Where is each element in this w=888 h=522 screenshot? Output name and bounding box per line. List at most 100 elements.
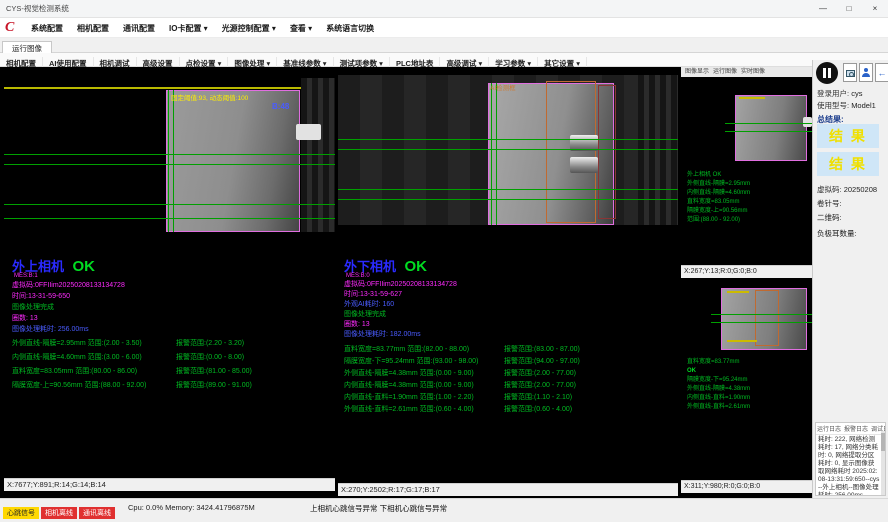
measurement-text: 内侧直线-隔膜=4.38mm 范围:(0.00 - 9.00)	[344, 380, 474, 390]
heartbeat-warning-text: 上相机心跳信号异常 下相机心跳信号异常	[310, 503, 447, 514]
info-line: 图像处理耗时: 256.00ms	[12, 324, 125, 335]
toolbar: 相机配置AI使用配置相机调试高级设置点检设置 ▾图像处理 ▾基准线参数 ▾测试项…	[0, 53, 888, 67]
measurement-text: 外侧直线-隔膜=2.95mm 范围:(2.00 - 3.50)	[12, 338, 142, 348]
log-tab[interactable]: 报警日志	[844, 427, 868, 433]
pause-button[interactable]	[816, 62, 838, 84]
coil-feature	[570, 157, 598, 173]
camera-status-ok: OK	[404, 258, 427, 275]
ai-box-label: AI检测框	[490, 82, 516, 92]
menu-item[interactable]: IO卡配置 ▾	[162, 19, 215, 39]
info-line: 外侧直线-隔膜=2.95mm	[687, 180, 750, 189]
info-line: 内侧直线-隔膜=4.60mm	[687, 189, 750, 198]
menu-item[interactable]: 系统语言切换	[319, 19, 381, 39]
measure-line	[4, 204, 335, 205]
measurement-text: 外侧直线-直料=2.61mm 范围:(0.60 - 4.00)	[344, 404, 474, 414]
virtual-code-row: 虚拟码: 20250208	[817, 184, 886, 195]
alarm-range-text: 报警范围:(2.00 - 77.00)	[504, 368, 576, 378]
virtual-code-value: 20250208	[844, 185, 877, 194]
info-line: 直料宽度=83.05mm	[687, 198, 750, 207]
login-user-value: cys	[851, 89, 862, 98]
log-text: 耗时: 222, 网络检测耗时: 17, 网络分类耗时: 0, 网络提取分区耗时…	[816, 435, 885, 496]
alarm-range-text: 报警范围:(0.00 - 8.00)	[176, 352, 244, 362]
info-line: 范围:(88.00 - 92.00)	[687, 216, 750, 225]
info-line: 隔膜宽度-下=95.24mm	[687, 376, 750, 385]
detected-part-region	[166, 90, 300, 232]
negative-tab-count-label: 负极耳数量:	[817, 228, 886, 239]
app-logo-icon: C	[5, 20, 20, 35]
menu-item[interactable]: 系统配置	[24, 19, 70, 39]
thumbs-header-item: 实时图像	[741, 69, 765, 75]
pixel-coords-bar: X:267;Y:13;R:0;G:0;B:0	[681, 265, 812, 278]
measurement-text: 直料宽度=83.77mm 范围:(82.00 - 88.00)	[344, 344, 469, 354]
cpu-memory-text: Cpu: 0.0% Memory: 3424.41796875M	[128, 503, 255, 512]
menu-item[interactable]: 相机配置	[70, 19, 116, 39]
model-value: Model1	[851, 101, 876, 110]
camera-name: 外上相机	[12, 259, 64, 274]
threshold-overlay-label: 固定阈值:93, 动态阈值:100	[171, 92, 248, 102]
measure-line-vertical	[491, 83, 492, 225]
measure-line	[4, 218, 335, 219]
measure-line	[4, 154, 335, 155]
info-line: 圈数: 13	[344, 320, 457, 330]
camera-icon	[846, 70, 855, 77]
main-stage: 固定阈值:93, 动态阈值:100 B:48 外上相机 OK MES:B:1 虚…	[0, 67, 888, 498]
pixel-coords-bar: X:7677;Y:891;R:14;G:14;B:14	[4, 478, 335, 491]
back-tool-button[interactable]: ←	[875, 63, 888, 82]
point-value-label: B:48	[272, 102, 289, 111]
info-line: 图像处理完成	[344, 310, 457, 320]
threshold-mark	[727, 291, 749, 293]
info-line: 外上相机 OK	[687, 171, 750, 180]
measure-line	[711, 314, 812, 315]
user-icon	[862, 68, 871, 78]
measure-line	[338, 199, 678, 200]
pause-icon	[823, 68, 826, 78]
status-badge: 相机离线	[41, 507, 77, 519]
connector-part	[296, 124, 321, 140]
thumbnail-view-bottom[interactable]: 直料宽度=83.77mmOK隔膜宽度-下=95.24mm外侧直线-隔膜=4.38…	[681, 280, 812, 480]
camera-image-viewport[interactable]: 固定阈值:93, 动态阈值:100 B:48	[4, 78, 335, 232]
virtual-code-label: 虚拟码:	[817, 185, 842, 194]
alarm-range-text: 报警范围:(0.60 - 4.00)	[504, 404, 572, 414]
camera-image-viewport[interactable]: AI检测框	[338, 75, 678, 225]
qr-code-label: 二维码:	[817, 212, 886, 223]
arrow-left-icon: ←	[876, 67, 888, 79]
minimize-button[interactable]: —	[810, 0, 836, 18]
maximize-button[interactable]: □	[836, 0, 862, 18]
info-line: 时间:13-31-59-650	[12, 291, 125, 302]
measurement-text: 隔膜宽度-上=90.56mm 范围:(88.00 - 92.00)	[12, 380, 146, 390]
app-window: CYS-视觉检测系统 — □ × C 系统配置相机配置通讯配置IO卡配置 ▾光源…	[0, 0, 888, 522]
menu-item[interactable]: 通讯配置	[116, 19, 162, 39]
measurement-text: 内侧直线-直料=1.90mm 范围:(1.00 - 2.20)	[344, 392, 474, 402]
user-tool-button[interactable]	[859, 63, 873, 82]
camera-tool-button[interactable]	[843, 63, 857, 82]
alarm-range-text: 报警范围:(2.00 - 77.00)	[504, 380, 576, 390]
thumbs-header-item: 图像显示	[685, 69, 709, 75]
login-user-row: 登录用户: cys	[817, 88, 886, 99]
right-sidebar: ← 登录用户: cys 使用型号: Model1 总结果: 结 果结 果 虚拟码…	[812, 60, 888, 498]
thumbnail-result-lines: 外上相机 OK外侧直线-隔膜=2.95mm内侧直线-隔膜=4.60mm直料宽度=…	[687, 171, 750, 225]
scrollbar-thumb[interactable]	[881, 433, 885, 451]
measurement-text: 隔膜宽度-下=95.24mm 范围:(93.00 - 98.00)	[344, 356, 478, 366]
status-badge: 通讯离线	[79, 507, 115, 519]
menu-item[interactable]: 查看 ▾	[283, 19, 319, 39]
login-user-label: 登录用户:	[817, 89, 849, 98]
mes-label: MES:B:1	[14, 273, 38, 279]
log-scrollbar[interactable]	[881, 431, 885, 495]
machine-background	[301, 78, 335, 232]
status-badges: 心跳信号相机离线通讯离线	[3, 502, 117, 520]
measure-line	[338, 139, 678, 140]
info-line: 外侧直线-直料=2.61mm	[687, 403, 750, 412]
measure-line	[4, 164, 335, 165]
status-bar: 心跳信号相机离线通讯离线 Cpu: 0.0% Memory: 3424.4179…	[0, 498, 888, 522]
camera-status-ok: OK	[72, 258, 95, 275]
alarm-range-text: 报警范围:(81.00 - 85.00)	[176, 366, 252, 376]
threshold-mark	[727, 340, 757, 342]
menu-items: 系统配置相机配置通讯配置IO卡配置 ▾光源控制配置 ▾查看 ▾系统语言切换	[24, 18, 381, 38]
log-tab[interactable]: 运行日志	[817, 427, 841, 433]
window-title: CYS-视觉检测系统	[6, 0, 69, 18]
menu-item[interactable]: 光源控制配置 ▾	[215, 19, 283, 39]
measurement-text: 外侧直线-隔膜=4.38mm 范围:(0.00 - 9.00)	[344, 368, 474, 378]
ai-roi-box	[755, 290, 779, 346]
thumbnail-view-top[interactable]: 外上相机 OK外侧直线-隔膜=2.95mm内侧直线-隔膜=4.60mm直料宽度=…	[681, 79, 812, 265]
close-button[interactable]: ×	[862, 0, 888, 18]
